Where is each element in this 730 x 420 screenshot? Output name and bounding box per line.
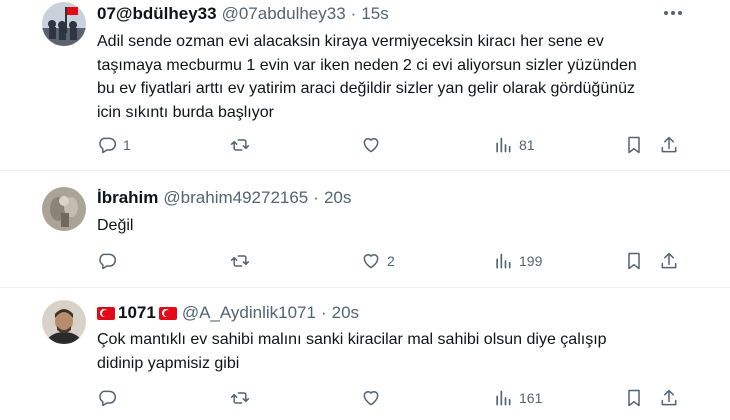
view-count: 161: [519, 390, 543, 406]
views-icon: [496, 137, 511, 153]
share-icon: [661, 252, 677, 269]
more-icon[interactable]: [662, 6, 684, 20]
like-icon: [363, 138, 379, 153]
tweet-actions: 161: [97, 388, 697, 412]
timestamp[interactable]: 20s: [324, 187, 351, 209]
bookmark-button[interactable]: [624, 388, 644, 408]
retweet-button[interactable]: [230, 388, 250, 408]
views-button[interactable]: 161: [493, 388, 542, 408]
like-button[interactable]: 2: [361, 251, 395, 271]
tweet[interactable]: İbrahim @brahim49272165 · 20s Değil 2 19…: [0, 171, 730, 287]
like-icon: [363, 391, 379, 406]
user-handle[interactable]: @A_Aydinlik1071: [182, 302, 316, 324]
user-handle[interactable]: @07abdulhey33: [222, 3, 346, 25]
tweet[interactable]: 07@bdülhey33 @07abdulhey33 · 15s Adil se…: [0, 0, 730, 170]
share-icon: [661, 136, 677, 153]
views-icon: [496, 253, 511, 269]
like-button[interactable]: [361, 135, 381, 155]
turkey-flag-icon: [97, 306, 115, 320]
reply-icon: [99, 253, 117, 270]
views-icon: [496, 390, 511, 406]
avatar[interactable]: [42, 300, 86, 344]
separator-dot: ·: [350, 4, 357, 23]
reply-icon: [99, 390, 117, 407]
user-handle[interactable]: @brahim49272165: [163, 187, 308, 209]
tweet-text: Çok mantıklı ev sahibi malını sanki kira…: [97, 331, 607, 372]
bookmark-icon: [628, 389, 640, 407]
avatar[interactable]: [42, 187, 86, 231]
bookmark-icon: [628, 252, 640, 270]
view-count: 199: [519, 253, 543, 269]
retweet-button[interactable]: [230, 135, 250, 155]
retweet-icon: [230, 255, 250, 267]
reply-count: 1: [123, 137, 131, 153]
display-name[interactable]: 07@bdülhey33: [97, 3, 217, 25]
view-count: 81: [519, 137, 535, 153]
bookmark-icon: [628, 136, 640, 154]
tweet-actions: 1 81: [97, 135, 697, 159]
display-name[interactable]: 1071: [118, 302, 156, 324]
timestamp[interactable]: 20s: [332, 302, 359, 324]
tweet-text: Adil sende ozman evi alacaksin kiraya ve…: [97, 33, 637, 121]
bookmark-button[interactable]: [624, 135, 644, 155]
separator-dot: ·: [313, 188, 319, 207]
reply-button[interactable]: 1: [97, 135, 131, 155]
like-button[interactable]: [361, 388, 381, 408]
tweet-actions: 2 199: [97, 251, 697, 275]
display-name[interactable]: İbrahim: [97, 187, 158, 209]
views-button[interactable]: 199: [493, 251, 542, 271]
timestamp[interactable]: 15s: [361, 3, 388, 25]
like-count: 2: [387, 253, 395, 269]
separator-dot: ·: [320, 303, 327, 322]
tweet[interactable]: 1071 @A_Aydinlik1071 · 20s Çok mantıklı …: [0, 288, 730, 420]
reply-button[interactable]: [97, 388, 117, 408]
retweet-icon: [230, 139, 250, 151]
like-icon: [363, 254, 379, 269]
reply-icon: [99, 137, 117, 154]
share-button[interactable]: [659, 388, 679, 408]
share-icon: [661, 389, 677, 406]
avatar[interactable]: [42, 2, 86, 46]
views-button[interactable]: 81: [493, 135, 535, 155]
turkey-flag-icon: [158, 306, 177, 320]
retweet-button[interactable]: [230, 251, 250, 271]
reply-button[interactable]: [97, 251, 123, 271]
bookmark-button[interactable]: [624, 251, 644, 271]
share-button[interactable]: [659, 251, 679, 271]
retweet-icon: [230, 392, 250, 404]
tweet-text: Değil: [97, 217, 134, 234]
share-button[interactable]: [659, 135, 679, 155]
